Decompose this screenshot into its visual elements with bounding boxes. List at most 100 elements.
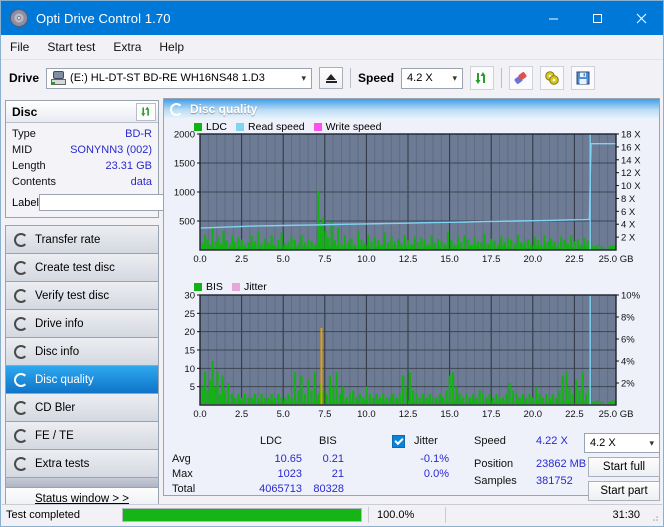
sidebar-item-cd-bler[interactable]: CD Bler [6, 394, 158, 422]
stats-row-total-label: Total [172, 483, 195, 495]
sidebar-item-transfer-rate[interactable]: Transfer rate [6, 226, 158, 254]
svg-text:14 X: 14 X [621, 155, 641, 166]
progress-bar-fill [123, 509, 361, 521]
save-button[interactable] [571, 66, 595, 90]
disc-row-value: SONYNN3 (002) [70, 144, 152, 156]
drive-icon [51, 71, 66, 85]
svg-text:5: 5 [190, 382, 195, 393]
erase-button[interactable] [509, 66, 533, 90]
eject-button[interactable] [319, 67, 343, 89]
start-full-button[interactable]: Start full [588, 457, 660, 477]
status-bar: Test completed 100.0% 31:30 [2, 504, 662, 525]
close-button[interactable] [619, 1, 663, 35]
progress-percent: 100.0% [368, 507, 445, 523]
svg-text:25.0 GB: 25.0 GB [599, 254, 634, 265]
minimize-button[interactable] [531, 1, 575, 35]
statistics-area: LDC BIS Jitter Avg 10.65 0.21 -0.1% Max … [164, 433, 659, 511]
disc-label-row: Label [12, 192, 152, 213]
sidebar-item-label: Disc info [35, 346, 79, 358]
svg-text:2 X: 2 X [621, 233, 636, 244]
sidebar-item-label: Drive info [35, 318, 84, 330]
svg-text:16 X: 16 X [621, 142, 641, 153]
svg-text:8 X: 8 X [621, 194, 636, 205]
stats-avg-ldc: 10.65 [242, 453, 302, 465]
sidebar-item-extra-tests[interactable]: Extra tests [6, 450, 158, 478]
chevron-down-icon: ▾ [453, 73, 458, 84]
status-text: Test completed [2, 505, 122, 525]
svg-text:2.5: 2.5 [235, 409, 248, 420]
nav-filler [6, 478, 158, 488]
stats-avg-jitter: -0.1% [396, 453, 449, 465]
legend-label-write-speed: Write speed [326, 121, 382, 133]
legend-swatch-jitter [232, 283, 240, 291]
jitter-checkbox[interactable] [392, 435, 405, 448]
bis-chart: BIS Jitter 510152025302%4%6%8%10%0.02.55… [164, 281, 659, 433]
legend-swatch-bis [194, 283, 202, 291]
svg-text:20.0: 20.0 [524, 254, 543, 265]
svg-text:7.5: 7.5 [318, 254, 331, 265]
drive-select[interactable]: (E:) HL-DT-ST BD-RE WH16NS48 1.D3 ▾ [46, 68, 312, 89]
stats-total-ldc: 4065713 [232, 483, 302, 495]
svg-text:15: 15 [184, 346, 195, 357]
sidebar-item-disc-quality[interactable]: Disc quality [6, 366, 158, 394]
menu-item-extra[interactable]: Extra [113, 40, 141, 54]
svg-text:10.0: 10.0 [357, 409, 376, 420]
svg-text:4 X: 4 X [621, 220, 636, 231]
sidebar-item-label: Extra tests [35, 458, 89, 470]
stats-max-ldc: 1023 [242, 468, 302, 480]
stats-row-avg-label: Avg [172, 453, 191, 465]
ldc-chart-legend: LDC Read speed Write speed [194, 121, 382, 133]
stats-col-bis: BIS [319, 435, 337, 447]
sidebar-item-label: Create test disc [35, 262, 115, 274]
eject-icon [326, 74, 336, 80]
samples-stat-value: 381752 [536, 475, 573, 487]
menu-item-file[interactable]: File [10, 40, 29, 54]
menu-item-help[interactable]: Help [159, 40, 184, 54]
sidebar-item-fe-te[interactable]: FE / TE [6, 422, 158, 450]
disc-properties: Type BD-R MID SONYNN3 (002) Length 23.31… [6, 123, 158, 217]
sidebar-item-drive-info[interactable]: Drive info [6, 310, 158, 338]
save-icon [575, 70, 591, 86]
compare-discs-button[interactable] [540, 66, 564, 90]
bis-chart-canvas: 510152025302%4%6%8%10%0.02.55.07.510.012… [164, 281, 659, 433]
test-icon [14, 345, 28, 359]
svg-text:10%: 10% [621, 291, 641, 302]
svg-text:22.5: 22.5 [565, 409, 584, 420]
svg-text:5.0: 5.0 [277, 409, 290, 420]
svg-text:12.5: 12.5 [399, 254, 418, 265]
disc-row-type: Type BD-R [12, 126, 152, 142]
test-speed-select[interactable]: 4.2 X ▾ [584, 433, 660, 453]
sidebar-item-verify-test-disc[interactable]: Verify test disc [6, 282, 158, 310]
menu-item-start-test[interactable]: Start test [47, 40, 95, 54]
test-icon [14, 289, 28, 303]
test-icon [14, 429, 28, 443]
disc-row-key: Contents [12, 176, 56, 188]
refresh-button[interactable] [470, 66, 494, 90]
toolbar-divider-2 [501, 68, 502, 88]
svg-text:2.5: 2.5 [235, 254, 248, 265]
svg-text:17.5: 17.5 [482, 254, 501, 265]
test-speed-value: 4.2 X [590, 437, 616, 449]
legend-swatch-read-speed [236, 123, 244, 131]
svg-text:6%: 6% [621, 335, 635, 346]
test-icon [14, 401, 28, 415]
svg-text:5.0: 5.0 [277, 254, 290, 265]
toolbar-divider [350, 68, 351, 88]
disc-refresh-button[interactable] [136, 103, 156, 121]
sidebar-item-disc-info[interactable]: Disc info [6, 338, 158, 366]
position-stat-value: 23862 MB [536, 458, 586, 470]
svg-text:12 X: 12 X [621, 168, 641, 179]
speed-select-value: 4.2 X [407, 72, 433, 84]
svg-text:15.0: 15.0 [440, 409, 459, 420]
disc-row-length: Length 23.31 GB [12, 158, 152, 174]
svg-text:25: 25 [184, 309, 195, 320]
menu-bar: File Start test Extra Help [1, 35, 663, 60]
maximize-button[interactable] [575, 1, 619, 35]
disc-row-value: data [131, 176, 152, 188]
stats-col-ldc: LDC [260, 435, 282, 447]
sidebar-item-create-test-disc[interactable]: Create test disc [6, 254, 158, 282]
start-part-button[interactable]: Start part [588, 481, 660, 501]
disc-label-key: Label [12, 197, 39, 209]
discs-icon [544, 70, 560, 86]
speed-select[interactable]: 4.2 X ▾ [401, 68, 463, 89]
